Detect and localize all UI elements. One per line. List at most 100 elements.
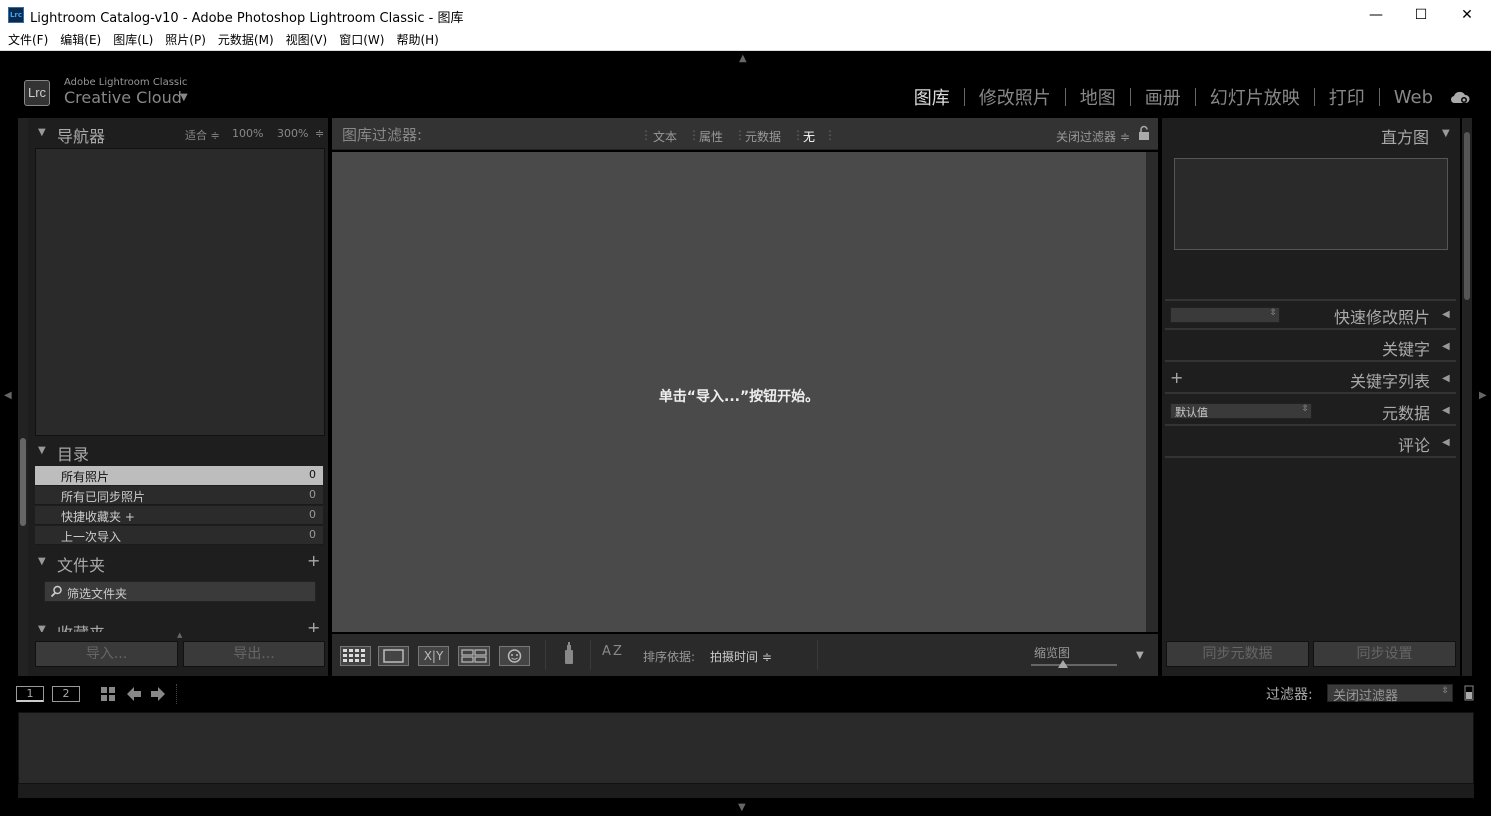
- sort-direction-icon[interactable]: A Z: [602, 644, 622, 659]
- navigator-preview[interactable]: [35, 148, 325, 436]
- arrow-left-icon[interactable]: [126, 686, 142, 702]
- expand-triangle-icon[interactable]: ◀: [1442, 437, 1450, 448]
- thumbnail-size-slider-handle[interactable]: [1058, 660, 1069, 668]
- left-panel-scrollbar[interactable]: [18, 118, 28, 676]
- minimize-button[interactable]: —: [1353, 0, 1399, 30]
- left-panel-toggle-icon[interactable]: ◀: [4, 390, 12, 401]
- sync-metadata-button[interactable]: 同步元数据: [1166, 641, 1309, 667]
- lock-icon[interactable]: [1138, 125, 1150, 141]
- filmstrip[interactable]: [18, 712, 1474, 784]
- quick-develop-header[interactable]: 快速修改照片: [1290, 304, 1430, 328]
- catalog-item-quick-collection[interactable]: 快捷收藏夹 + 0: [35, 506, 323, 525]
- filmstrip-filter-select[interactable]: 关闭过滤器 ⇳: [1327, 684, 1453, 704]
- sort-by-select[interactable]: 拍摄时间 ≑: [710, 648, 772, 665]
- metadata-header[interactable]: 元数据: [1320, 400, 1430, 424]
- menu-window[interactable]: 窗口(W): [333, 30, 390, 50]
- compare-view-button[interactable]: X|Y: [418, 646, 449, 666]
- saved-preset-select[interactable]: ⇳: [1170, 307, 1280, 323]
- expand-triangle-icon[interactable]: ◀: [1442, 309, 1450, 320]
- metadata-preset-select[interactable]: 默认值 ⇳: [1170, 403, 1312, 419]
- navigator-zoom-100[interactable]: 100%: [232, 127, 263, 140]
- grid-scrollbar[interactable]: [1146, 152, 1158, 632]
- maximize-button[interactable]: ☐: [1398, 0, 1444, 30]
- filter-none[interactable]: 无: [803, 128, 815, 145]
- bottom-panel-toggle-icon[interactable]: ▼: [738, 802, 746, 813]
- expand-triangle-icon[interactable]: ◀: [1442, 405, 1450, 416]
- cloud-sync-icon[interactable]: [1450, 90, 1470, 104]
- filmstrip-scrollbar[interactable]: [18, 784, 1474, 798]
- grid-view[interactable]: 单击“导入...”按钮开始。: [332, 152, 1146, 632]
- collapse-triangle-icon[interactable]: ▼: [38, 624, 46, 632]
- collections-title[interactable]: 收藏夹: [57, 620, 105, 632]
- module-slideshow[interactable]: 幻灯片放映: [1196, 84, 1314, 110]
- comments-header[interactable]: 评论: [1320, 432, 1430, 456]
- module-map[interactable]: 地图: [1066, 84, 1130, 110]
- sync-settings-button[interactable]: 同步设置: [1313, 641, 1456, 667]
- import-button[interactable]: 导入...: [35, 641, 178, 667]
- module-book[interactable]: 画册: [1131, 84, 1195, 110]
- add-collection-button[interactable]: +: [307, 618, 320, 632]
- collapse-triangle-icon[interactable]: ▼: [1442, 128, 1450, 139]
- menu-photo[interactable]: 照片(P): [159, 30, 212, 50]
- catalog-item-all-photos[interactable]: 所有照片 0: [35, 466, 323, 485]
- left-panel-scroll-thumb[interactable]: [20, 438, 26, 526]
- grid-view-icon[interactable]: [100, 686, 116, 702]
- top-panel-toggle-icon[interactable]: ▲: [739, 53, 747, 64]
- identity-plate-name[interactable]: Creative Cloud: [64, 88, 182, 107]
- module-library[interactable]: 图库: [900, 84, 964, 110]
- filter-text[interactable]: 文本: [653, 128, 677, 145]
- menu-help[interactable]: 帮助(H): [390, 30, 444, 50]
- collapse-triangle-icon[interactable]: ▼: [38, 445, 46, 456]
- thumbnail-size-slider-track[interactable]: [1031, 660, 1117, 668]
- chevron-down-icon[interactable]: ▼: [180, 92, 188, 103]
- secondary-window-button[interactable]: 2: [52, 686, 80, 702]
- module-develop[interactable]: 修改照片: [965, 84, 1065, 110]
- filter-attribute[interactable]: 属性: [699, 128, 723, 145]
- filter-metadata[interactable]: 元数据: [745, 128, 781, 145]
- expand-triangle-icon[interactable]: ◀: [1442, 341, 1450, 352]
- right-panel-toggle-icon[interactable]: ▶: [1479, 390, 1487, 401]
- navigator-fit[interactable]: 适合 ≑: [185, 127, 220, 143]
- histogram-header[interactable]: 直方图: [1165, 124, 1429, 148]
- grid-view-button[interactable]: [340, 646, 371, 666]
- menu-view[interactable]: 视图(V): [280, 30, 334, 50]
- add-folder-button[interactable]: +: [307, 551, 320, 570]
- comments-title: 评论: [1397, 436, 1430, 455]
- navigator-title[interactable]: 导航器: [57, 123, 105, 147]
- export-button[interactable]: 导出...: [183, 641, 325, 667]
- toolbar-content-chevron-icon[interactable]: ▼: [1136, 650, 1144, 661]
- folders-title[interactable]: 文件夹: [57, 552, 105, 576]
- catalog-item-previous-import[interactable]: 上一次导入 0: [35, 526, 323, 545]
- menu-library[interactable]: 图库(L): [107, 30, 159, 50]
- keywording-header[interactable]: 关键字: [1290, 336, 1430, 360]
- catalog-item-all-synced[interactable]: 所有已同步照片 0: [35, 486, 323, 505]
- menu-edit[interactable]: 编辑(E): [54, 30, 107, 50]
- people-view-button[interactable]: [499, 646, 530, 666]
- survey-view-button[interactable]: [458, 646, 490, 666]
- module-web[interactable]: Web: [1380, 87, 1447, 108]
- loupe-view-button[interactable]: [378, 646, 409, 666]
- menu-file[interactable]: 文件(F): [2, 30, 54, 50]
- survey-icon: [461, 649, 487, 663]
- add-keyword-button[interactable]: +: [1170, 368, 1183, 387]
- panel-resize-handle-icon[interactable]: ▲: [177, 631, 182, 639]
- keyword-list-header[interactable]: 关键字列表: [1290, 368, 1430, 392]
- catalog-item-label: 上一次导入: [61, 530, 122, 544]
- close-button[interactable]: ✕: [1444, 0, 1490, 30]
- menu-metadata[interactable]: 元数据(M): [212, 30, 280, 50]
- arrow-right-icon[interactable]: [150, 686, 166, 702]
- module-print[interactable]: 打印: [1315, 84, 1379, 110]
- filter-lock-icon[interactable]: [1464, 685, 1474, 701]
- filter-preset-select[interactable]: 关闭过滤器 ≑: [1056, 128, 1130, 145]
- catalog-title[interactable]: 目录: [57, 441, 89, 465]
- main-window-button[interactable]: 1: [16, 686, 44, 702]
- collapse-triangle-icon[interactable]: ▼: [38, 556, 46, 567]
- panel-divider: [1165, 328, 1456, 330]
- painter-spray-icon[interactable]: [562, 642, 576, 666]
- collapse-triangle-icon[interactable]: ▼: [38, 127, 46, 138]
- expand-triangle-icon[interactable]: ◀: [1442, 373, 1450, 384]
- right-panel-scroll-thumb[interactable]: [1464, 132, 1470, 300]
- navigator-zoom-300[interactable]: 300%: [277, 127, 308, 140]
- navigator-zoom-stepper[interactable]: ≑: [315, 127, 324, 140]
- folder-filter-input[interactable]: 筛选文件夹: [44, 581, 316, 602]
